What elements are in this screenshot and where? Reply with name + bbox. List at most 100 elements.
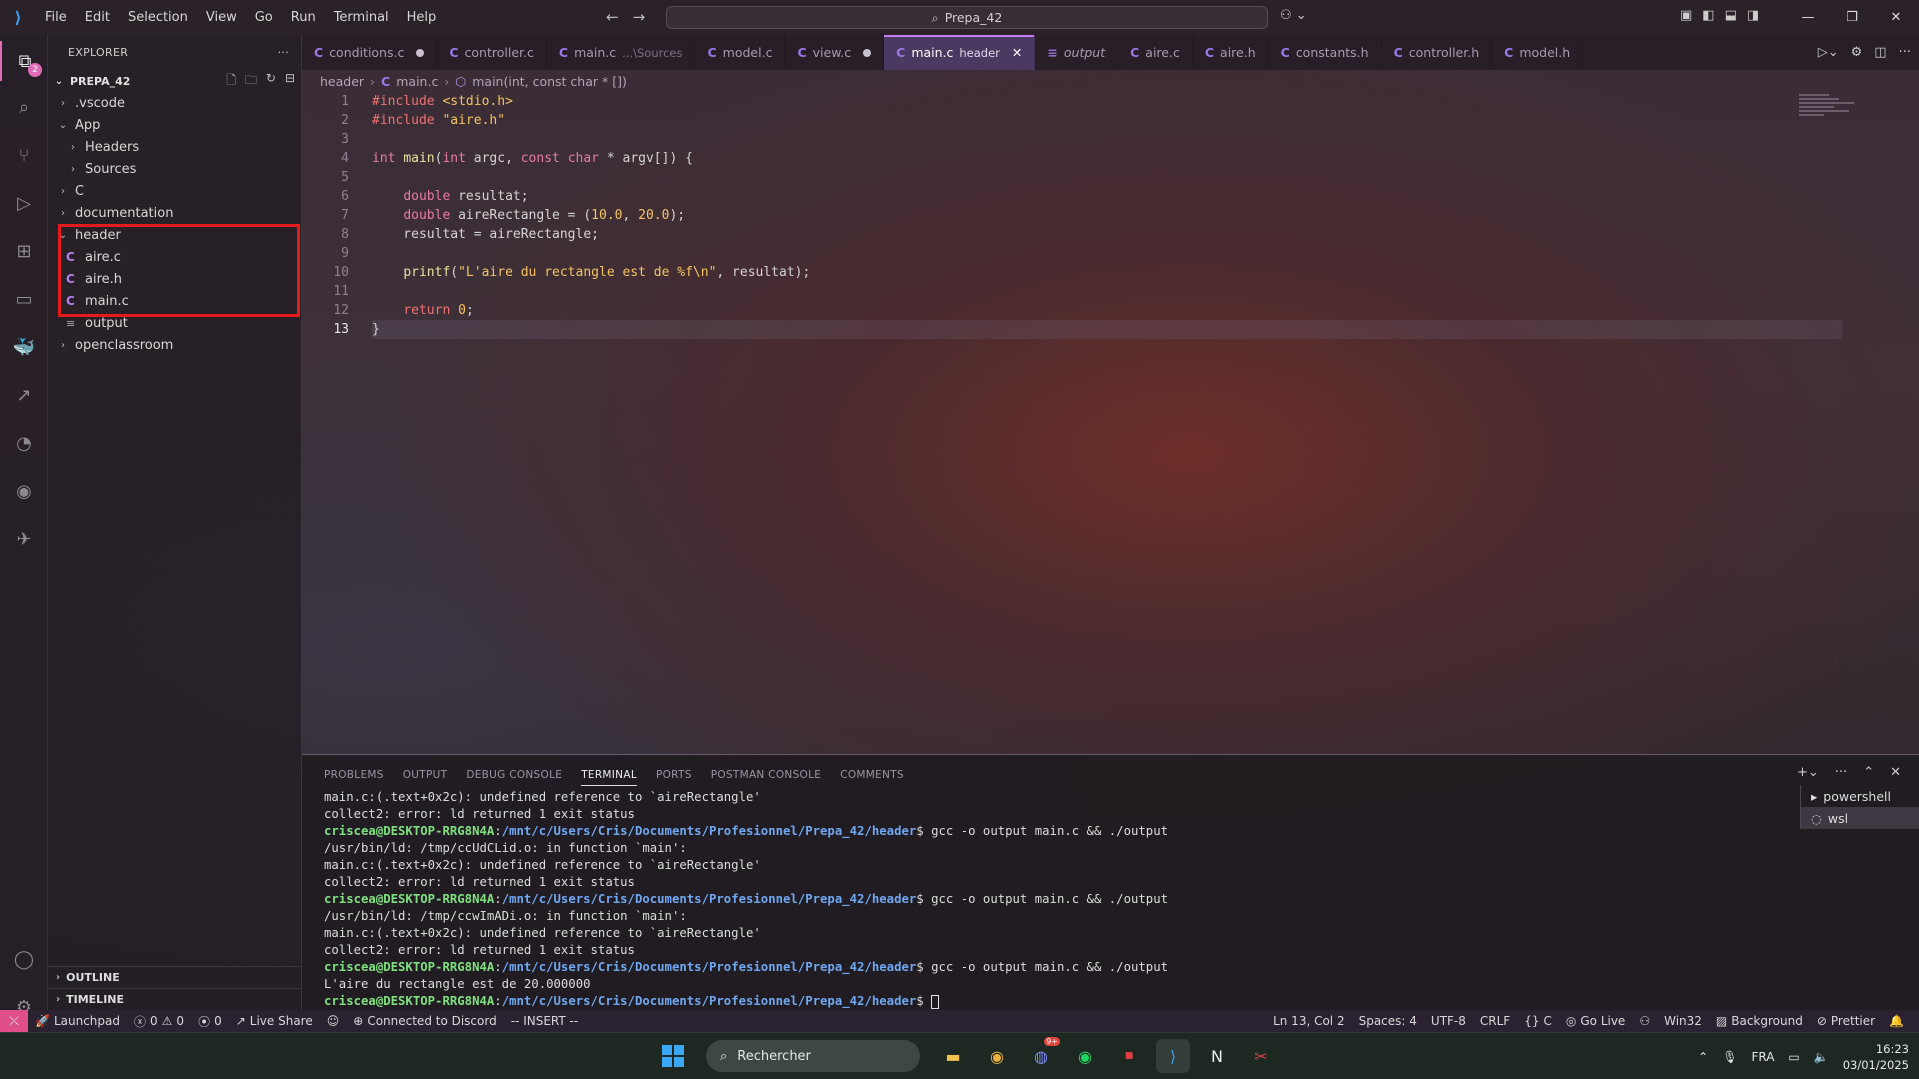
code-line[interactable]: return 0; <box>372 301 1842 320</box>
tree-folder[interactable]: ⌄ App <box>48 114 301 136</box>
refresh-icon[interactable]: ↻ <box>266 71 276 92</box>
code-line[interactable] <box>372 130 1842 149</box>
code-line[interactable]: int main(int argc, const char * argv[]) … <box>372 149 1842 168</box>
breadcrumb-file[interactable]: main.c <box>396 74 438 89</box>
live-share-icon[interactable]: ↗ <box>0 375 48 415</box>
panel-tab-output[interactable]: OUTPUT <box>403 769 448 786</box>
editor-tab[interactable]: Cmodel.h <box>1492 35 1584 70</box>
collapse-all-icon[interactable]: ⊟ <box>285 71 295 92</box>
voicemeeter-icon[interactable]: ■ <box>1112 1039 1146 1073</box>
maximize-panel-icon[interactable]: ⌃ <box>1863 765 1874 780</box>
forward-arrow-icon[interactable]: → <box>633 8 646 26</box>
edge-devtools-icon[interactable]: ◔ <box>0 423 48 463</box>
input-language[interactable]: FRA <box>1751 1050 1774 1064</box>
code-line[interactable] <box>372 244 1842 263</box>
outline-section[interactable]: › OUTLINE <box>48 966 302 988</box>
docker-icon[interactable]: 🐳 <box>0 327 48 367</box>
breadcrumb-folder[interactable]: header <box>320 74 364 89</box>
toggle-sidebar-icon[interactable]: ◧ <box>1702 8 1714 23</box>
windows-start-icon[interactable] <box>656 1039 690 1073</box>
more-icon[interactable]: ··· <box>1899 45 1911 60</box>
code-editor[interactable]: 1 2 3 4 5 6 7 8 9 10 11 12 13 #include <stdio.h> #inc… <box>302 92 1919 754</box>
postman-icon[interactable]: ✈ <box>0 519 48 559</box>
panel-tab-terminal[interactable]: TERMINAL <box>581 769 637 786</box>
menu-file[interactable]: File <box>36 10 76 25</box>
split-editor-icon[interactable]: ◫ <box>1874 45 1886 60</box>
indentation[interactable]: Spaces: 4 <box>1352 1014 1424 1028</box>
vscode-taskbar-icon[interactable]: ⟩ <box>1156 1039 1190 1073</box>
remote-indicator-icon[interactable]: ⤬ <box>0 1010 28 1032</box>
editor-tab[interactable]: Caire.h <box>1193 35 1269 70</box>
run-debug-icon[interactable]: ▷ <box>0 183 48 223</box>
close-window-icon[interactable]: ✕ <box>1874 0 1918 35</box>
copilot-status-icon[interactable]: ⚇ <box>1632 1014 1657 1028</box>
breadcrumb-symbol[interactable]: main(int, const char * []) <box>472 74 627 89</box>
spotify-icon[interactable]: ◉ <box>1068 1039 1102 1073</box>
tree-folder[interactable]: › C <box>48 180 301 202</box>
close-panel-icon[interactable]: ✕ <box>1890 765 1901 780</box>
panel-tab-problems[interactable]: PROBLEMS <box>324 769 384 786</box>
tree-folder[interactable]: ⌄ header <box>48 224 301 246</box>
accounts-icon[interactable]: ◯ <box>0 939 48 979</box>
panel-more-icon[interactable]: ··· <box>1835 765 1847 780</box>
tray-overflow-icon[interactable]: ⌃ <box>1698 1050 1708 1064</box>
remote-explorer-icon[interactable]: ▭ <box>0 279 48 319</box>
encoding[interactable]: UTF-8 <box>1424 1014 1473 1028</box>
panel-tab-postman-console[interactable]: POSTMAN CONSOLE <box>711 769 821 786</box>
network-icon[interactable]: ▭ <box>1788 1050 1799 1064</box>
customize-layout-icon[interactable]: ▣ <box>1680 8 1692 23</box>
tree-folder[interactable]: › openclassroom <box>48 334 301 356</box>
code-line[interactable]: double aireRectangle = (10.0, 20.0); <box>372 206 1842 225</box>
code-line[interactable]: resultat = aireRectangle; <box>372 225 1842 244</box>
editor-tab[interactable]: Cview.c <box>785 35 885 70</box>
explorer-icon[interactable]: ⧉ 2 <box>0 41 48 81</box>
menu-edit[interactable]: Edit <box>76 10 119 25</box>
timeline-section[interactable]: › TIMELINE <box>48 988 302 1010</box>
platform[interactable]: Win32 <box>1657 1014 1709 1028</box>
terminal-powershell[interactable]: ▸ powershell <box>1801 785 1919 807</box>
terminal-wsl[interactable]: ◌ wsl <box>1801 807 1919 829</box>
go-live-item[interactable]: ◎ Go Live <box>1559 1014 1632 1028</box>
new-file-icon[interactable]: 🗋 <box>226 71 236 92</box>
editor-tab[interactable]: Ccontroller.h <box>1382 35 1493 70</box>
editor-tab[interactable]: Caire.c <box>1118 35 1193 70</box>
panel-tab-debug-console[interactable]: DEBUG CONSOLE <box>466 769 562 786</box>
project-root[interactable]: ⌄ PREPA_42 🗋 🗀 ↻ ⊟ <box>48 70 301 92</box>
ports-item[interactable]: ⦿ 0 <box>191 1013 229 1030</box>
menu-terminal[interactable]: Terminal <box>325 10 398 25</box>
chrome-icon[interactable]: ◉ <box>980 1039 1014 1073</box>
tree-file[interactable]: Caire.c <box>48 246 301 268</box>
problems-item[interactable]: ⓧ 0 ⚠ 0 <box>127 1013 191 1030</box>
editor-tab[interactable]: Ccontroller.c <box>437 35 547 70</box>
prettier-item[interactable]: ⊘ Prettier <box>1810 1014 1882 1028</box>
toggle-panel-icon[interactable]: ⬓ <box>1725 8 1737 23</box>
code-line[interactable]: double resultat; <box>372 187 1842 206</box>
launchpad-item[interactable]: 🚀 Launchpad <box>28 1014 127 1028</box>
copilot-icon[interactable]: ⚇ ⌄ <box>1280 8 1307 23</box>
feedback-icon[interactable]: ☺ <box>320 1014 347 1028</box>
toggle-secondary-sidebar-icon[interactable]: ◨ <box>1747 8 1759 23</box>
editor-tab[interactable]: Cmodel.c <box>695 35 786 70</box>
tree-folder[interactable]: › .vscode <box>48 92 301 114</box>
tree-file[interactable]: Caire.h <box>48 268 301 290</box>
line-endings[interactable]: CRLF <box>1473 1014 1517 1028</box>
back-arrow-icon[interactable]: ← <box>606 8 619 26</box>
minimap[interactable] <box>1799 92 1859 132</box>
taskbar-search[interactable]: ⌕ Rechercher <box>706 1040 920 1072</box>
editor-tab[interactable]: Cmain.c header ✕ <box>884 35 1036 70</box>
menu-view[interactable]: View <box>197 10 246 25</box>
tree-file[interactable]: Cmain.c <box>48 290 301 312</box>
panel-tab-ports[interactable]: PORTS <box>656 769 692 786</box>
code-line[interactable]: #include "aire.h" <box>372 111 1842 130</box>
code-line[interactable] <box>372 282 1842 301</box>
menu-selection[interactable]: Selection <box>119 10 197 25</box>
editor-tab[interactable]: Cmain.c ...\Sources <box>547 35 696 70</box>
tree-folder[interactable]: › Sources <box>48 158 301 180</box>
terminal-output[interactable]: main.c:(.text+0x2c): undefined reference… <box>324 789 1794 1010</box>
code-line[interactable]: } <box>372 320 1842 339</box>
tree-folder[interactable]: › Headers <box>48 136 301 158</box>
language-mode[interactable]: {} C <box>1517 1014 1559 1028</box>
file-explorer-icon[interactable]: ▬ <box>936 1039 970 1073</box>
menu-help[interactable]: Help <box>398 10 446 25</box>
editor-tab[interactable]: Cconstants.h <box>1269 35 1382 70</box>
